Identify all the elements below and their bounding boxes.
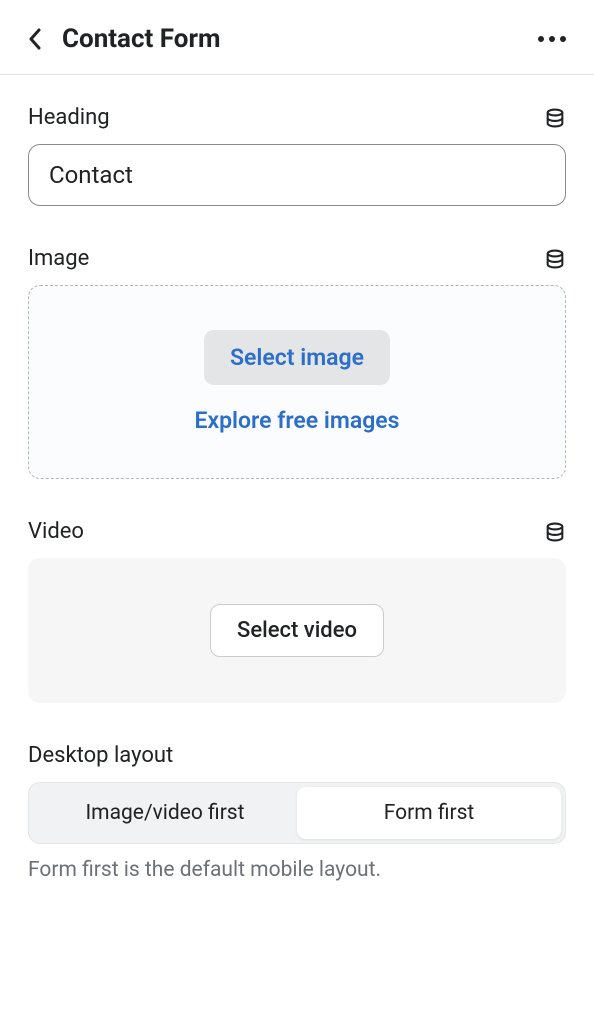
- layout-helper-text: Form first is the default mobile layout.: [28, 858, 566, 882]
- heading-label: Heading: [28, 105, 110, 130]
- heading-label-row: Heading: [28, 105, 566, 130]
- segment-form-first[interactable]: Form first: [297, 787, 561, 839]
- database-icon[interactable]: [544, 248, 566, 270]
- layout-segmented-control: Image/video first Form first: [28, 782, 566, 844]
- image-dropzone[interactable]: Select image Explore free images: [28, 285, 566, 479]
- image-label-row: Image: [28, 246, 566, 271]
- layout-label: Desktop layout: [28, 743, 173, 768]
- layout-label-row: Desktop layout: [28, 743, 566, 768]
- content: Heading Image Select image: [0, 75, 594, 952]
- page-title: Contact Form: [62, 24, 221, 54]
- video-label-row: Video: [28, 519, 566, 544]
- select-image-button[interactable]: Select image: [204, 330, 390, 385]
- database-icon[interactable]: [544, 521, 566, 543]
- video-label: Video: [28, 519, 84, 544]
- back-icon[interactable]: [28, 28, 42, 50]
- header-left: Contact Form: [28, 24, 221, 54]
- explore-free-images-link[interactable]: Explore free images: [195, 407, 400, 434]
- select-video-button[interactable]: Select video: [210, 604, 384, 657]
- more-icon[interactable]: [538, 36, 566, 42]
- segment-image-video-first[interactable]: Image/video first: [33, 787, 297, 839]
- video-dropzone[interactable]: Select video: [28, 558, 566, 703]
- header: Contact Form: [0, 0, 594, 75]
- heading-field-group: Heading: [28, 105, 566, 206]
- layout-field-group: Desktop layout Image/video first Form fi…: [28, 743, 566, 882]
- database-icon[interactable]: [544, 107, 566, 129]
- video-field-group: Video Select video: [28, 519, 566, 703]
- image-label: Image: [28, 246, 89, 271]
- heading-input[interactable]: [28, 144, 566, 206]
- image-field-group: Image Select image Explore free images: [28, 246, 566, 479]
